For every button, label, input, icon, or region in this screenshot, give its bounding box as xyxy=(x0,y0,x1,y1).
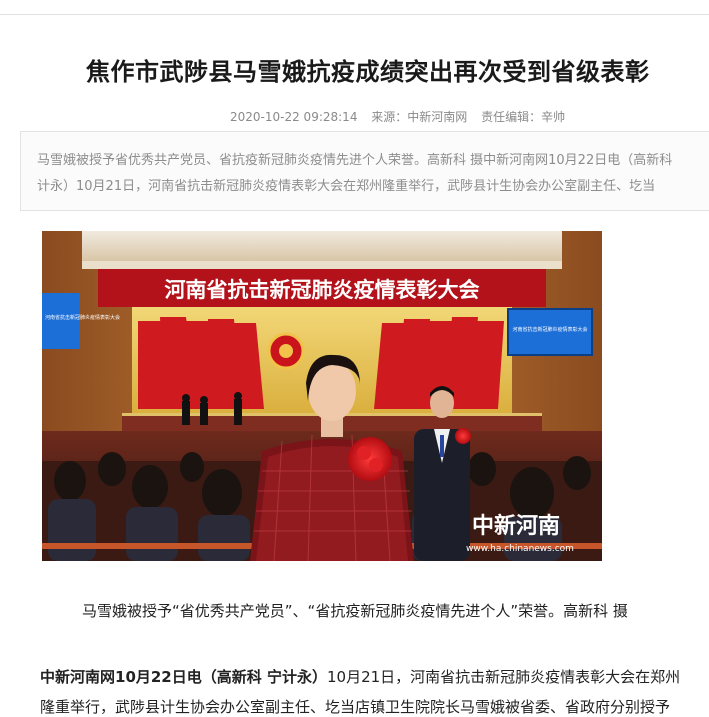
publish-datetime: 2020-10-22 09:28:14 xyxy=(230,110,358,124)
article-body: 中新河南网10月22日电（高新科 宁计永）10月21日，河南省抗击新冠肺炎疫情表… xyxy=(40,662,709,717)
top-divider xyxy=(0,14,709,15)
photo-caption: 马雪娥被授予“省优秀共产党员”、“省抗疫新冠肺炎疫情先进个人”荣誉。高新科 摄 xyxy=(82,602,628,620)
dateline: 中新河南网10月22日电（高新科 宁计永） xyxy=(40,668,327,686)
body-line: 隆重举行，武陟县计生协会办公室副主任、圪当店镇卫生院院长马雪娥被省委、省政府分别… xyxy=(40,698,671,716)
summary-line: 马雪娥被授予省优秀共产党员、省抗疫新冠肺炎疫情先进个人荣誉。高新科 摄中新河南网… xyxy=(37,153,673,168)
article-meta: 2020-10-22 09:28:14 来源：中新河南网 责任编辑：辛帅 xyxy=(230,108,575,125)
banner-text: 河南省抗击新冠肺炎疫情表彰大会 xyxy=(165,277,480,302)
watermark-brand: 中新河南 xyxy=(472,513,560,539)
hall-ceiling xyxy=(82,231,562,261)
article-summary: 马雪娥被授予省优秀共产党员、省抗疫新冠肺炎疫情先进个人荣誉。高新科 摄中新河南网… xyxy=(20,131,709,211)
body-paragraph: 中新河南网10月22日电（高新科 宁计永）10月21日，河南省抗击新冠肺炎疫情表… xyxy=(40,662,709,692)
article-photo: 河南省抗击新冠肺炎疫情表彰大会 河南省抗击新冠肺炎疫情表彰大会 河南省抗击新冠肺… xyxy=(42,231,602,561)
red-corsage-icon xyxy=(348,437,392,481)
svg-text:河南省抗击新冠肺炎疫情表彰大会: 河南省抗击新冠肺炎疫情表彰大会 xyxy=(512,326,587,333)
body-line-rest: 10月21日，河南省抗击新冠肺炎疫情表彰大会在郑州 xyxy=(326,668,681,686)
summary-line: 计永）10月21日，河南省抗击新冠肺炎疫情表彰大会在郑州隆重举行，武陟县计生协会… xyxy=(37,179,656,194)
left-screen xyxy=(42,293,80,349)
article-source[interactable]: 来源：中新河南网 xyxy=(371,110,467,124)
article-editor: 责任编辑：辛帅 xyxy=(481,110,566,124)
article-page: 焦作市武陟县马雪娥抗疫成绩突出再次受到省级表彰 2020-10-22 09:28… xyxy=(0,0,709,717)
watermark-url: www.ha.chinanews.com xyxy=(466,544,574,554)
article-title: 焦作市武陟县马雪娥抗疫成绩突出再次受到省级表彰 xyxy=(86,57,650,86)
svg-text:河南省抗击新冠肺炎疫情表彰大会: 河南省抗击新冠肺炎疫情表彰大会 xyxy=(45,314,120,321)
